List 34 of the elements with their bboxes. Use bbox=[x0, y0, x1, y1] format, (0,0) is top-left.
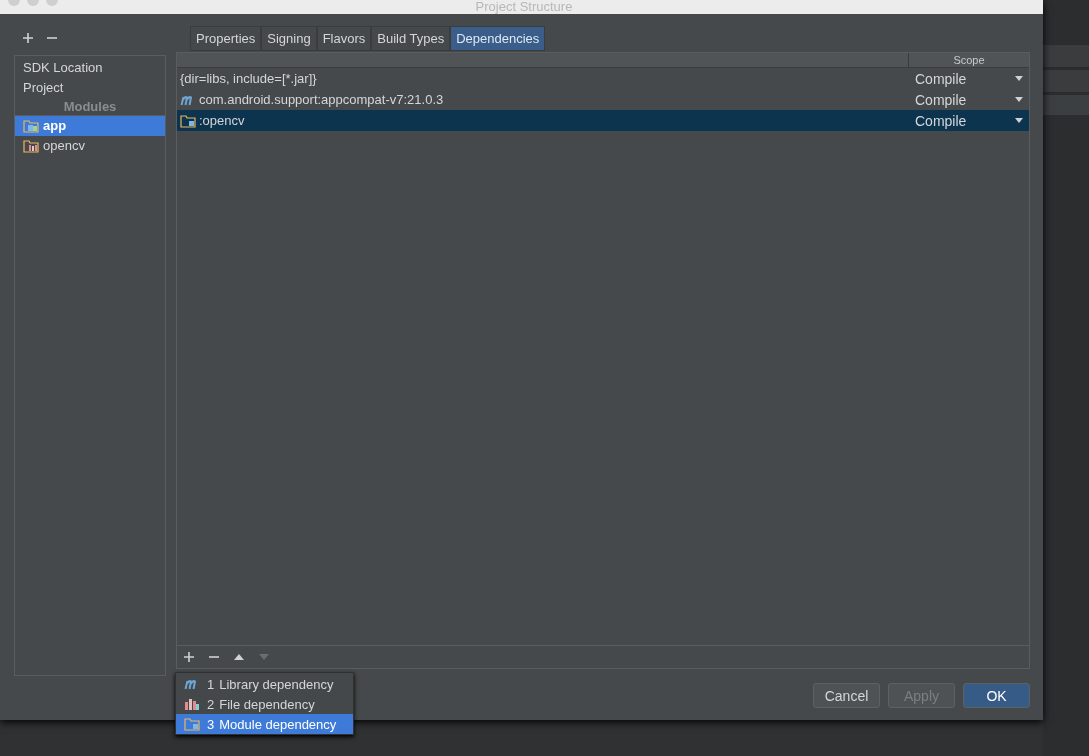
module-folder-icon bbox=[23, 119, 39, 133]
add-icon[interactable] bbox=[183, 651, 195, 663]
sidebar-item[interactable]: Project bbox=[15, 78, 165, 98]
table-cell: {dir=libs, include=[*.jar]} bbox=[180, 71, 317, 86]
dialog-button[interactable]: OK bbox=[963, 683, 1030, 708]
table-row[interactable]: {dir=libs, include=[*.jar]} Compile bbox=[177, 68, 1029, 89]
module-folder-icon bbox=[23, 139, 39, 153]
tab[interactable]: Flavors bbox=[316, 26, 372, 51]
table-cell: :opencv bbox=[199, 113, 245, 128]
menu-item[interactable]: 3 Module dependency bbox=[176, 714, 353, 734]
menu-item[interactable]: 1 Library dependency bbox=[176, 674, 353, 694]
module-folder-icon bbox=[180, 113, 196, 128]
sidebar-item[interactable]: SDK Location bbox=[15, 58, 165, 78]
module-item[interactable]: app bbox=[15, 116, 165, 136]
table-row[interactable]: :opencv Compile bbox=[177, 110, 1029, 131]
caret-icon bbox=[1015, 76, 1023, 81]
add-icon[interactable] bbox=[22, 32, 34, 44]
column-header[interactable]: Scope bbox=[909, 53, 1029, 67]
scope-dropdown[interactable]: Compile bbox=[909, 112, 1029, 129]
tab[interactable]: Build Types bbox=[371, 26, 451, 51]
module-item[interactable]: opencv bbox=[15, 136, 165, 156]
bar-chart-icon bbox=[184, 697, 200, 711]
dialog-button[interactable]: Cancel bbox=[813, 683, 880, 708]
table-row[interactable]: com.android.support:appcompat-v7:21.0.3 Compile bbox=[177, 89, 1029, 110]
scope-dropdown[interactable]: Compile bbox=[909, 70, 1029, 87]
table-cell: com.android.support:appcompat-v7:21.0.3 bbox=[199, 92, 444, 107]
caret-icon bbox=[1015, 97, 1023, 102]
scope-dropdown[interactable]: Compile bbox=[909, 91, 1029, 108]
menu-item[interactable]: 2 File dependency bbox=[176, 694, 353, 714]
tab[interactable]: Signing bbox=[261, 26, 317, 51]
caret-icon bbox=[1015, 118, 1023, 123]
module-folder-icon bbox=[184, 717, 200, 731]
tab[interactable]: Properties bbox=[190, 26, 262, 51]
tab[interactable]: Dependencies bbox=[450, 26, 546, 51]
